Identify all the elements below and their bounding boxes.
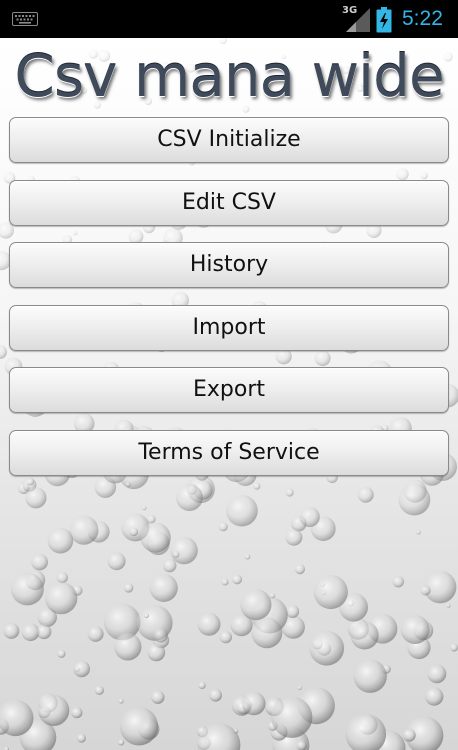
signal-icon — [346, 8, 370, 32]
app-title: Csv mana wide — [14, 42, 444, 110]
battery-charging-icon — [376, 7, 392, 33]
signal-indicator: 3G — [342, 5, 372, 33]
main-content: Csv mana wide CSV Initialize Edit CSV Hi… — [0, 38, 458, 750]
history-button[interactable]: History — [9, 242, 449, 289]
terms-of-service-button[interactable]: Terms of Service — [9, 429, 449, 476]
status-bar: 3G 5:22 — [0, 0, 458, 38]
edit-csv-button[interactable]: Edit CSV — [9, 179, 449, 226]
export-button[interactable]: Export — [9, 367, 449, 414]
keyboard-icon — [12, 12, 38, 26]
main-menu: CSV Initialize Edit CSV History Import E… — [9, 117, 449, 493]
csv-initialize-button[interactable]: CSV Initialize — [9, 117, 449, 163]
import-button[interactable]: Import — [9, 304, 449, 351]
status-clock: 5:22 — [402, 7, 443, 30]
